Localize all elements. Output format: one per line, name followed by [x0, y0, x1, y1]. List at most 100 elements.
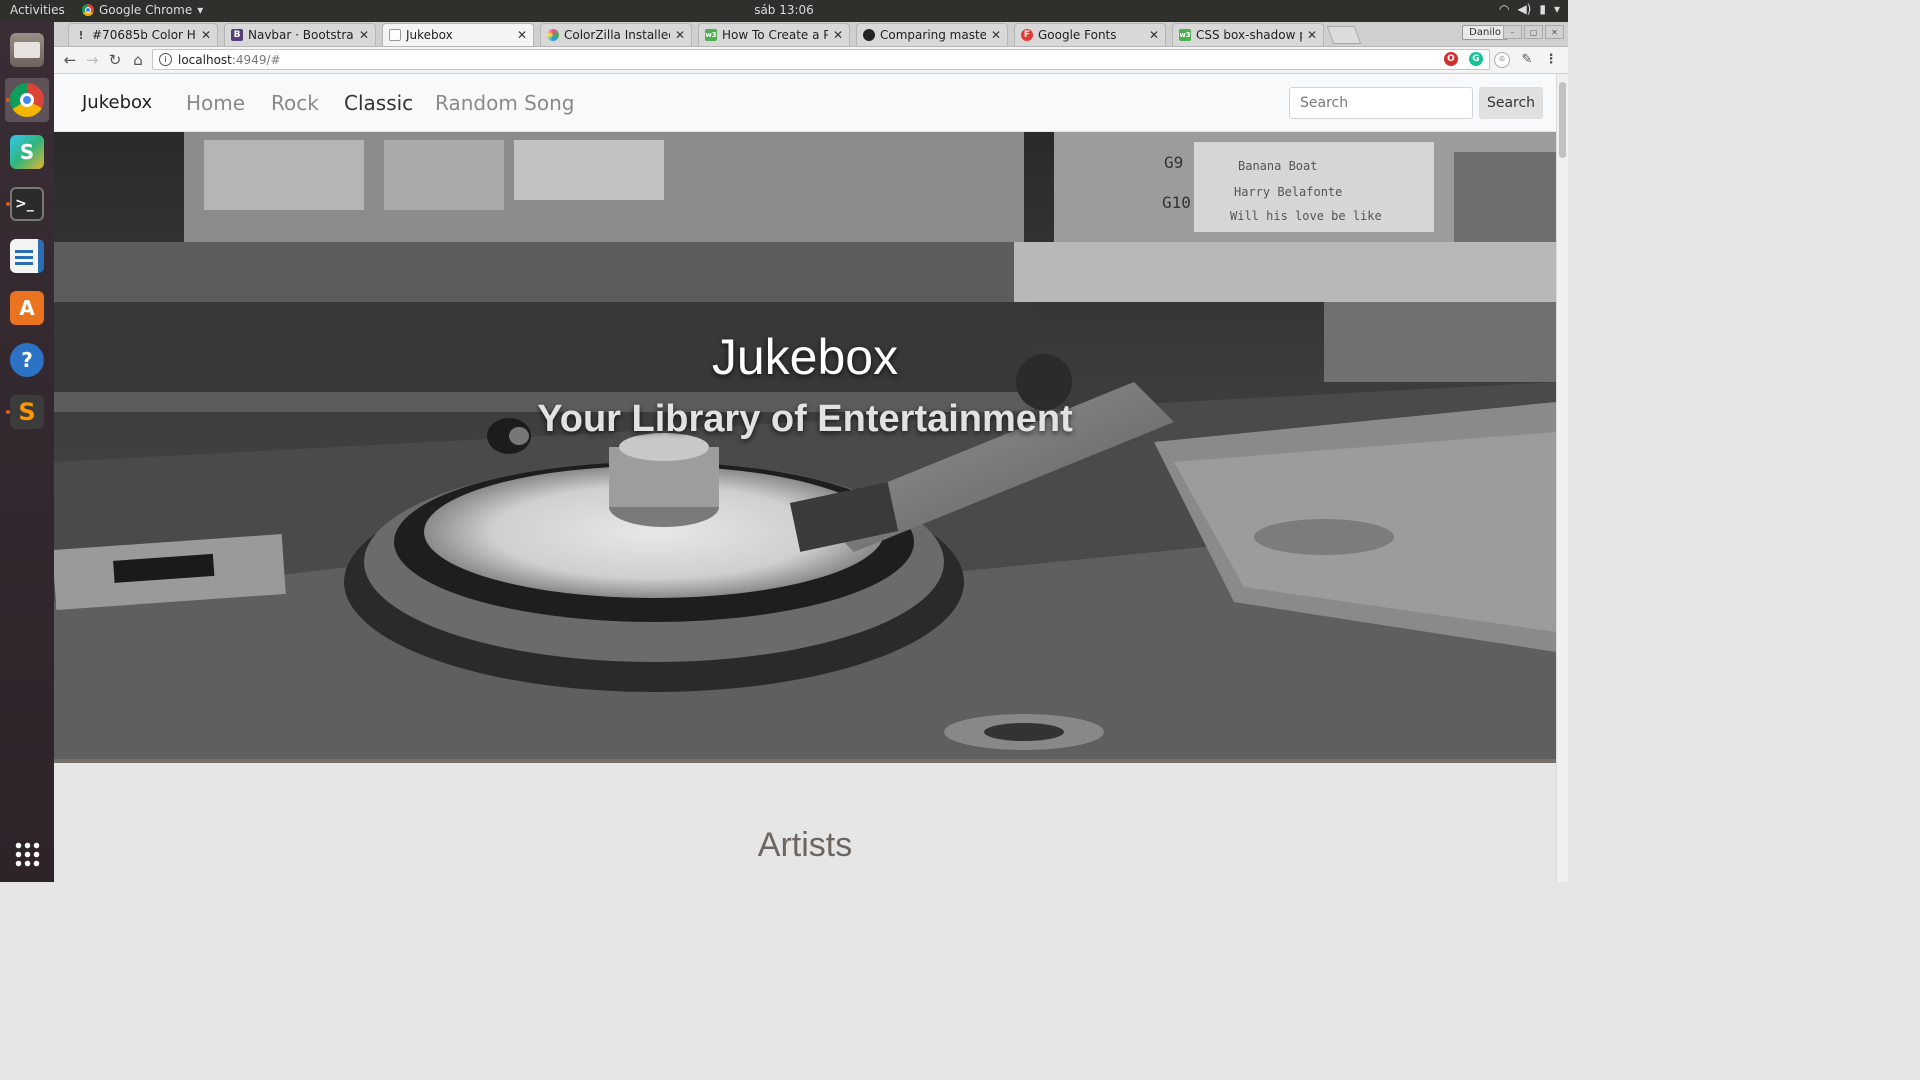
launcher-software[interactable]: A [5, 286, 49, 330]
url-path: :4949/# [231, 52, 281, 67]
profile-button[interactable]: Danilo [1462, 25, 1508, 40]
sign-code-2: G10 [1162, 193, 1191, 212]
eyedropper-icon[interactable]: ✎ [1520, 52, 1534, 67]
tab-strip: ! #70685b Color Hex ✕ B Navbar · Bootstr… [54, 22, 1568, 47]
close-icon[interactable]: ✕ [1149, 28, 1159, 42]
scrollbar-thumb[interactable] [1559, 82, 1566, 158]
tab-css-box-shadow[interactable]: w3 CSS box-shadow pr ✕ [1172, 23, 1324, 46]
sign-line-3: Will his love be like [1230, 209, 1382, 223]
tab-title: Navbar · Bootstrap [248, 28, 354, 42]
colorzilla-icon [547, 29, 559, 41]
shopping-bag-icon: A [10, 291, 44, 325]
back-icon[interactable]: ← [60, 50, 80, 70]
files-icon [10, 33, 44, 67]
close-icon[interactable]: ✕ [991, 28, 1001, 42]
document-icon [10, 239, 44, 273]
close-icon[interactable]: ✕ [201, 28, 211, 42]
search-button[interactable]: Search [1479, 87, 1543, 119]
tab-jukebox[interactable]: Jukebox ✕ [382, 23, 534, 46]
launcher-slack[interactable]: S [5, 130, 49, 174]
url-host: localhost [178, 52, 232, 67]
tab-google-fonts[interactable]: F Google Fonts ✕ [1014, 23, 1166, 46]
opera-extension-icon[interactable]: O [1444, 52, 1458, 66]
launcher-terminal[interactable]: >_ [5, 182, 49, 226]
jukebox-photo: Banana Boat Harry Belafonte Will his lov… [54, 132, 1556, 759]
address-bar[interactable]: i localhost :4949/# ☆ [152, 49, 1490, 70]
nav-home[interactable]: Home [186, 91, 245, 115]
menu-icon[interactable]: ⋮ [1544, 52, 1558, 67]
sign-line-1: Banana Boat [1238, 159, 1317, 173]
nav-classic[interactable]: Classic [344, 91, 413, 115]
tab-title: #70685b Color Hex [92, 28, 196, 42]
battery-icon: ▮ [1539, 2, 1546, 16]
tab-comparing-master[interactable]: Comparing master ✕ [856, 23, 1008, 46]
sign-code-1: G9 [1164, 153, 1183, 172]
hero-divider [54, 759, 1556, 763]
clock[interactable]: sáb 13:06 [0, 3, 1568, 17]
site-navbar: Jukebox Home Rock Classic Random Song Se… [54, 74, 1556, 132]
grid-icon [14, 841, 40, 867]
page-viewport: Jukebox Home Rock Classic Random Song Se… [54, 74, 1556, 882]
grammarly-icon[interactable]: G [1469, 52, 1483, 66]
running-indicator [6, 410, 10, 414]
nav-rock[interactable]: Rock [271, 91, 319, 115]
volume-icon: ◀) [1517, 2, 1532, 16]
tab-colorzilla[interactable]: ColorZilla Installed ✕ [540, 23, 692, 46]
hero-subtitle: Your Library of Entertainment [537, 398, 1073, 440]
launcher-help[interactable]: ? [5, 338, 49, 382]
tab-title: Jukebox [406, 28, 453, 42]
reload-icon[interactable]: ↻ [105, 50, 125, 70]
info-icon[interactable]: i [159, 53, 172, 66]
tab-title: CSS box-shadow pr [1196, 28, 1302, 42]
forward-icon[interactable]: → [82, 50, 102, 70]
search-input[interactable] [1289, 87, 1473, 119]
page-icon [389, 29, 401, 41]
new-tab-button[interactable] [1326, 26, 1362, 44]
minimize-icon[interactable]: – [1503, 25, 1522, 39]
close-icon[interactable]: ✕ [675, 28, 685, 42]
bootstrap-icon: B [231, 29, 243, 41]
browser-toolbar: ← → ↻ ⌂ i localhost :4949/# ☆ O G ⌾ ✎ ⋮ [54, 47, 1568, 74]
system-top-bar: Activities Google Chrome ▾ sáb 13:06 ◠ ◀… [0, 0, 1568, 22]
close-icon[interactable]: ✕ [1307, 28, 1317, 42]
tab-title: Comparing master [880, 28, 986, 42]
launcher-files[interactable] [5, 28, 49, 72]
site-brand[interactable]: Jukebox [82, 92, 152, 113]
show-apps-button[interactable] [5, 832, 49, 876]
artists-heading: Artists [757, 826, 853, 864]
close-icon[interactable]: ✕ [833, 28, 843, 42]
tab-title: How To Create a Pa [722, 28, 828, 42]
wifi-icon: ◠ [1498, 2, 1510, 16]
page-scrollbar[interactable] [1556, 74, 1568, 882]
tab-navbar-bootstrap[interactable]: B Navbar · Bootstrap ✕ [224, 23, 376, 46]
window-controls: – ▢ ✕ [1503, 25, 1564, 39]
sublime-icon: S [10, 395, 44, 429]
w3schools-icon: w3 [1179, 29, 1191, 41]
chrome-icon [10, 83, 44, 117]
hero-banner: Banana Boat Harry Belafonte Will his lov… [54, 132, 1556, 759]
maximize-icon[interactable]: ▢ [1524, 25, 1543, 39]
tab-color-hex[interactable]: ! #70685b Color Hex ✕ [68, 23, 218, 46]
google-fonts-icon: F [1021, 29, 1033, 41]
close-icon[interactable]: ✕ [359, 28, 369, 42]
running-indicator [6, 202, 10, 206]
close-icon[interactable]: ✕ [1545, 25, 1564, 39]
github-icon [863, 29, 875, 41]
exclamation-icon: ! [78, 28, 84, 42]
sign-line-2: Harry Belafonte [1234, 185, 1342, 199]
nav-random-song[interactable]: Random Song [435, 91, 574, 115]
launcher-writer[interactable] [5, 234, 49, 278]
terminal-icon: >_ [10, 187, 44, 221]
system-tray[interactable]: ◠ ◀) ▮ ▾ [1499, 2, 1560, 16]
tab-title: ColorZilla Installed [564, 28, 670, 42]
home-icon[interactable]: ⌂ [128, 50, 148, 70]
close-icon[interactable]: ✕ [517, 28, 527, 42]
tab-how-to-create[interactable]: w3 How To Create a Pa ✕ [698, 23, 850, 46]
help-icon: ? [10, 343, 44, 377]
launcher-chrome[interactable] [5, 78, 49, 122]
chevron-down-icon: ▾ [1553, 2, 1560, 16]
extension-icon[interactable]: ⌾ [1494, 52, 1510, 68]
slack-icon: S [10, 135, 44, 169]
launcher-sublime[interactable]: S [5, 390, 49, 434]
hero-title: Jukebox [711, 329, 899, 385]
